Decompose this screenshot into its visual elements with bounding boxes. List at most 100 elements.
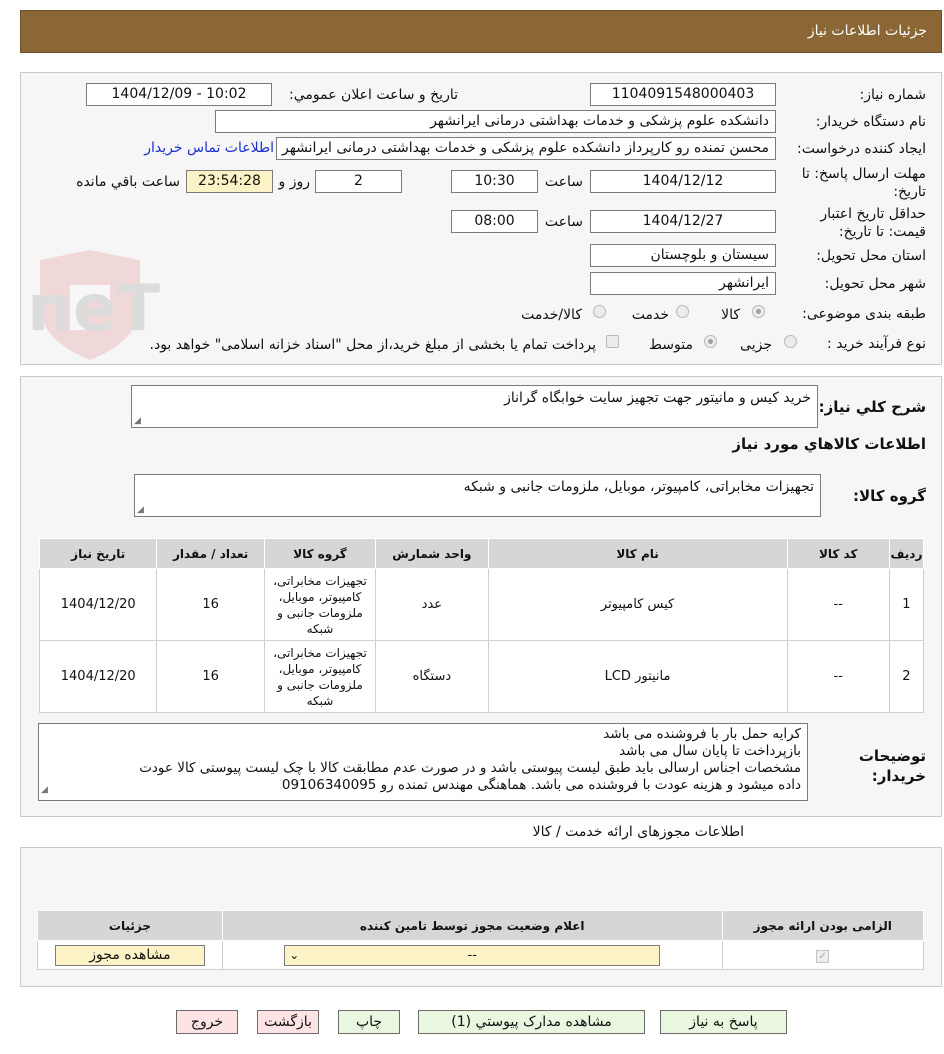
buyer-org-label: نام دستگاه خریدار: (815, 114, 926, 130)
resize-grip-icon[interactable]: ◢ (134, 416, 141, 426)
requester-field: محسن تمنده رو کارپرداز دانشکده علوم پزشک… (276, 137, 776, 160)
category-goods-label: کالا (721, 307, 740, 323)
description-text: خرید کیس و مانیتور جهت تجهیز سایت خوابگا… (504, 390, 811, 406)
need-number-field: 1104091548000403 (590, 83, 776, 106)
col-name: نام کالا (487, 538, 788, 569)
cell-name: کیس کامپیوتر (487, 568, 788, 641)
buyer-notes-line: داده میشود و هزینه عودت با فروشنده می با… (281, 777, 801, 793)
permits-section-title: اطلاعات مجوزهای ارائه خدمت / کالا (532, 824, 744, 840)
deadline-label: مهلت ارسال پاسخ: تا تاریخ: (801, 166, 926, 200)
permits-table: الزامی بودن ارائه مجوز اعلام وضعیت مجوز … (37, 910, 925, 970)
cell-code: -- (786, 640, 890, 713)
remaining-time-field: 23:54:28 (186, 170, 273, 193)
cell-permit-required: ✓ (721, 940, 925, 970)
table-row: 1 -- کیس کامپیوتر عدد تجهیزات مخابراتی، … (38, 568, 925, 641)
chevron-down-icon: ⌄ (289, 947, 300, 962)
permit-status-value: -- (467, 947, 477, 963)
buyer-notes-label: توضیحات خریدار: (858, 747, 926, 785)
goods-group-text: تجهیزات مخابراتی، کامپیوتر، موبایل، ملزو… (463, 479, 814, 495)
days-field: 2 (315, 170, 402, 193)
col-permit-required: الزامی بودن ارائه مجوز (721, 910, 925, 941)
announce-field: 1404/12/09 - 10:02 (86, 83, 272, 106)
table-row: ✓ -- ⌄ مشاهده مجوز (37, 940, 925, 970)
col-qty: تعداد / مقدار (156, 538, 265, 569)
requester-label: ایجاد کننده درخواست: (797, 141, 926, 157)
category-goods-service-radio[interactable] (593, 305, 606, 318)
process-medium-label: متوسط (649, 337, 693, 353)
exit-button[interactable]: خروج (176, 1010, 238, 1034)
treasury-payment-note: پرداخت تمام یا بخشی از مبلغ خرید،از محل … (149, 337, 596, 353)
validity-date-field: 1404/12/27 (590, 210, 776, 233)
col-permit-details: جزئیات (37, 910, 223, 941)
deadline-time-label: ساعت (544, 174, 583, 190)
col-unit: واحد شمارش (375, 538, 489, 569)
cell-qty: 16 (156, 568, 265, 641)
col-group: گروه کالا (263, 538, 377, 569)
deadline-date-field: 1404/12/12 (590, 170, 776, 193)
category-service-radio[interactable] (676, 305, 689, 318)
description-field: خرید کیس و مانیتور جهت تجهیز سایت خوابگا… (131, 385, 818, 428)
page-title: جزئیات اطلاعات نیاز (807, 23, 927, 39)
cell-date: 1404/12/20 (38, 640, 158, 713)
buyer-notes-line: مشخصات اجناس ارسالی باید طبق لیست پیوستی… (139, 760, 801, 776)
resize-grip-icon[interactable]: ◢ (41, 782, 48, 799)
cell-unit: دستگاه (375, 640, 489, 713)
col-date: تاریخ نیاز (38, 538, 158, 569)
print-button[interactable]: چاپ (338, 1010, 400, 1034)
col-code: کد کالا (786, 538, 890, 569)
city-field: ایرانشهر (590, 272, 776, 295)
cell-group: تجهیزات مخابراتی، کامپیوتر، موبایل، ملزو… (263, 640, 377, 713)
cell-code: -- (786, 568, 890, 641)
cell-permit-status: -- ⌄ (221, 940, 723, 970)
permit-status-select[interactable]: -- ⌄ (284, 944, 661, 966)
cell-unit: عدد (375, 568, 489, 641)
goods-table: ردیف کد کالا نام کالا واحد شمارش گروه کا… (38, 538, 925, 713)
category-goods-service-label: کالا/خدمت (521, 307, 582, 323)
province-label: استان محل تحویل: (816, 248, 926, 264)
reply-button[interactable]: پاسخ به نیاز (660, 1010, 787, 1034)
category-label: طبقه بندی موضوعی: (802, 306, 926, 322)
buyer-contact-link[interactable]: اطلاعات تماس خریدار (144, 140, 274, 156)
cell-group: تجهیزات مخابراتی، کامپیوتر، موبایل، ملزو… (263, 568, 377, 641)
back-button[interactable]: بازگشت (257, 1010, 319, 1034)
attachments-button[interactable]: مشاهده مدارک پیوستي (1) (418, 1010, 645, 1034)
need-number-label: شماره نیاز: (859, 87, 927, 103)
description-label: شرح کلي نياز: (818, 398, 926, 416)
cell-qty: 16 (156, 640, 265, 713)
city-label: شهر محل تحویل: (824, 276, 926, 292)
permits-table-header: الزامی بودن ارائه مجوز اعلام وضعیت مجوز … (37, 910, 925, 941)
validity-label: حداقل تاریخ اعتبار قیمت: تا تاریخ: (820, 206, 926, 240)
category-service-label: خدمت (631, 307, 669, 323)
days-label: روز و (278, 174, 311, 190)
validity-time-field: 08:00 (451, 210, 538, 233)
process-medium-radio[interactable] (704, 335, 717, 348)
process-minor-radio[interactable] (784, 335, 797, 348)
buyer-notes-line: بازپرداخت تا پایان سال می باشد (619, 743, 801, 759)
goods-group-field: تجهیزات مخابراتی، کامپیوتر، موبایل، ملزو… (134, 474, 821, 517)
goods-group-label: گروه کالا: (853, 487, 926, 505)
cell-date: 1404/12/20 (38, 568, 158, 641)
resize-grip-icon[interactable]: ◢ (137, 505, 144, 515)
col-permit-status: اعلام وضعیت مجوز توسط تامین کننده (221, 910, 723, 941)
announce-label: تاريخ و ساعت اعلان عمومي: (289, 87, 458, 103)
buyer-notes-field: کرایه حمل بار با فروشنده می باشد بازپردا… (38, 723, 808, 801)
deadline-time-field: 10:30 (451, 170, 538, 193)
cell-permit-details: مشاهده مجوز (37, 940, 223, 970)
goods-table-header: ردیف کد کالا نام کالا واحد شمارش گروه کا… (38, 538, 925, 569)
process-label: نوع فرآیند خرید : (827, 336, 926, 352)
page-header: جزئیات اطلاعات نیاز (20, 10, 942, 53)
process-minor-label: جزیی (740, 337, 772, 353)
province-field: سیستان و بلوچستان (590, 244, 776, 267)
permit-required-checkbox: ✓ (816, 949, 830, 963)
view-permit-button[interactable]: مشاهده مجوز (54, 944, 205, 966)
category-goods-radio[interactable] (752, 305, 765, 318)
validity-time-label: ساعت (544, 214, 583, 230)
table-row: 2 -- مانیتور LCD دستگاه تجهیزات مخابراتی… (38, 640, 925, 713)
buyer-notes-line: کرایه حمل بار با فروشنده می باشد (603, 726, 801, 742)
cell-name: مانیتور LCD (487, 640, 788, 713)
cell-row: 1 (888, 568, 925, 641)
cell-row: 2 (888, 640, 925, 713)
col-row: ردیف (888, 538, 925, 569)
treasury-payment-checkbox[interactable] (606, 335, 619, 348)
remaining-label: ساعت باقي مانده (76, 174, 180, 190)
